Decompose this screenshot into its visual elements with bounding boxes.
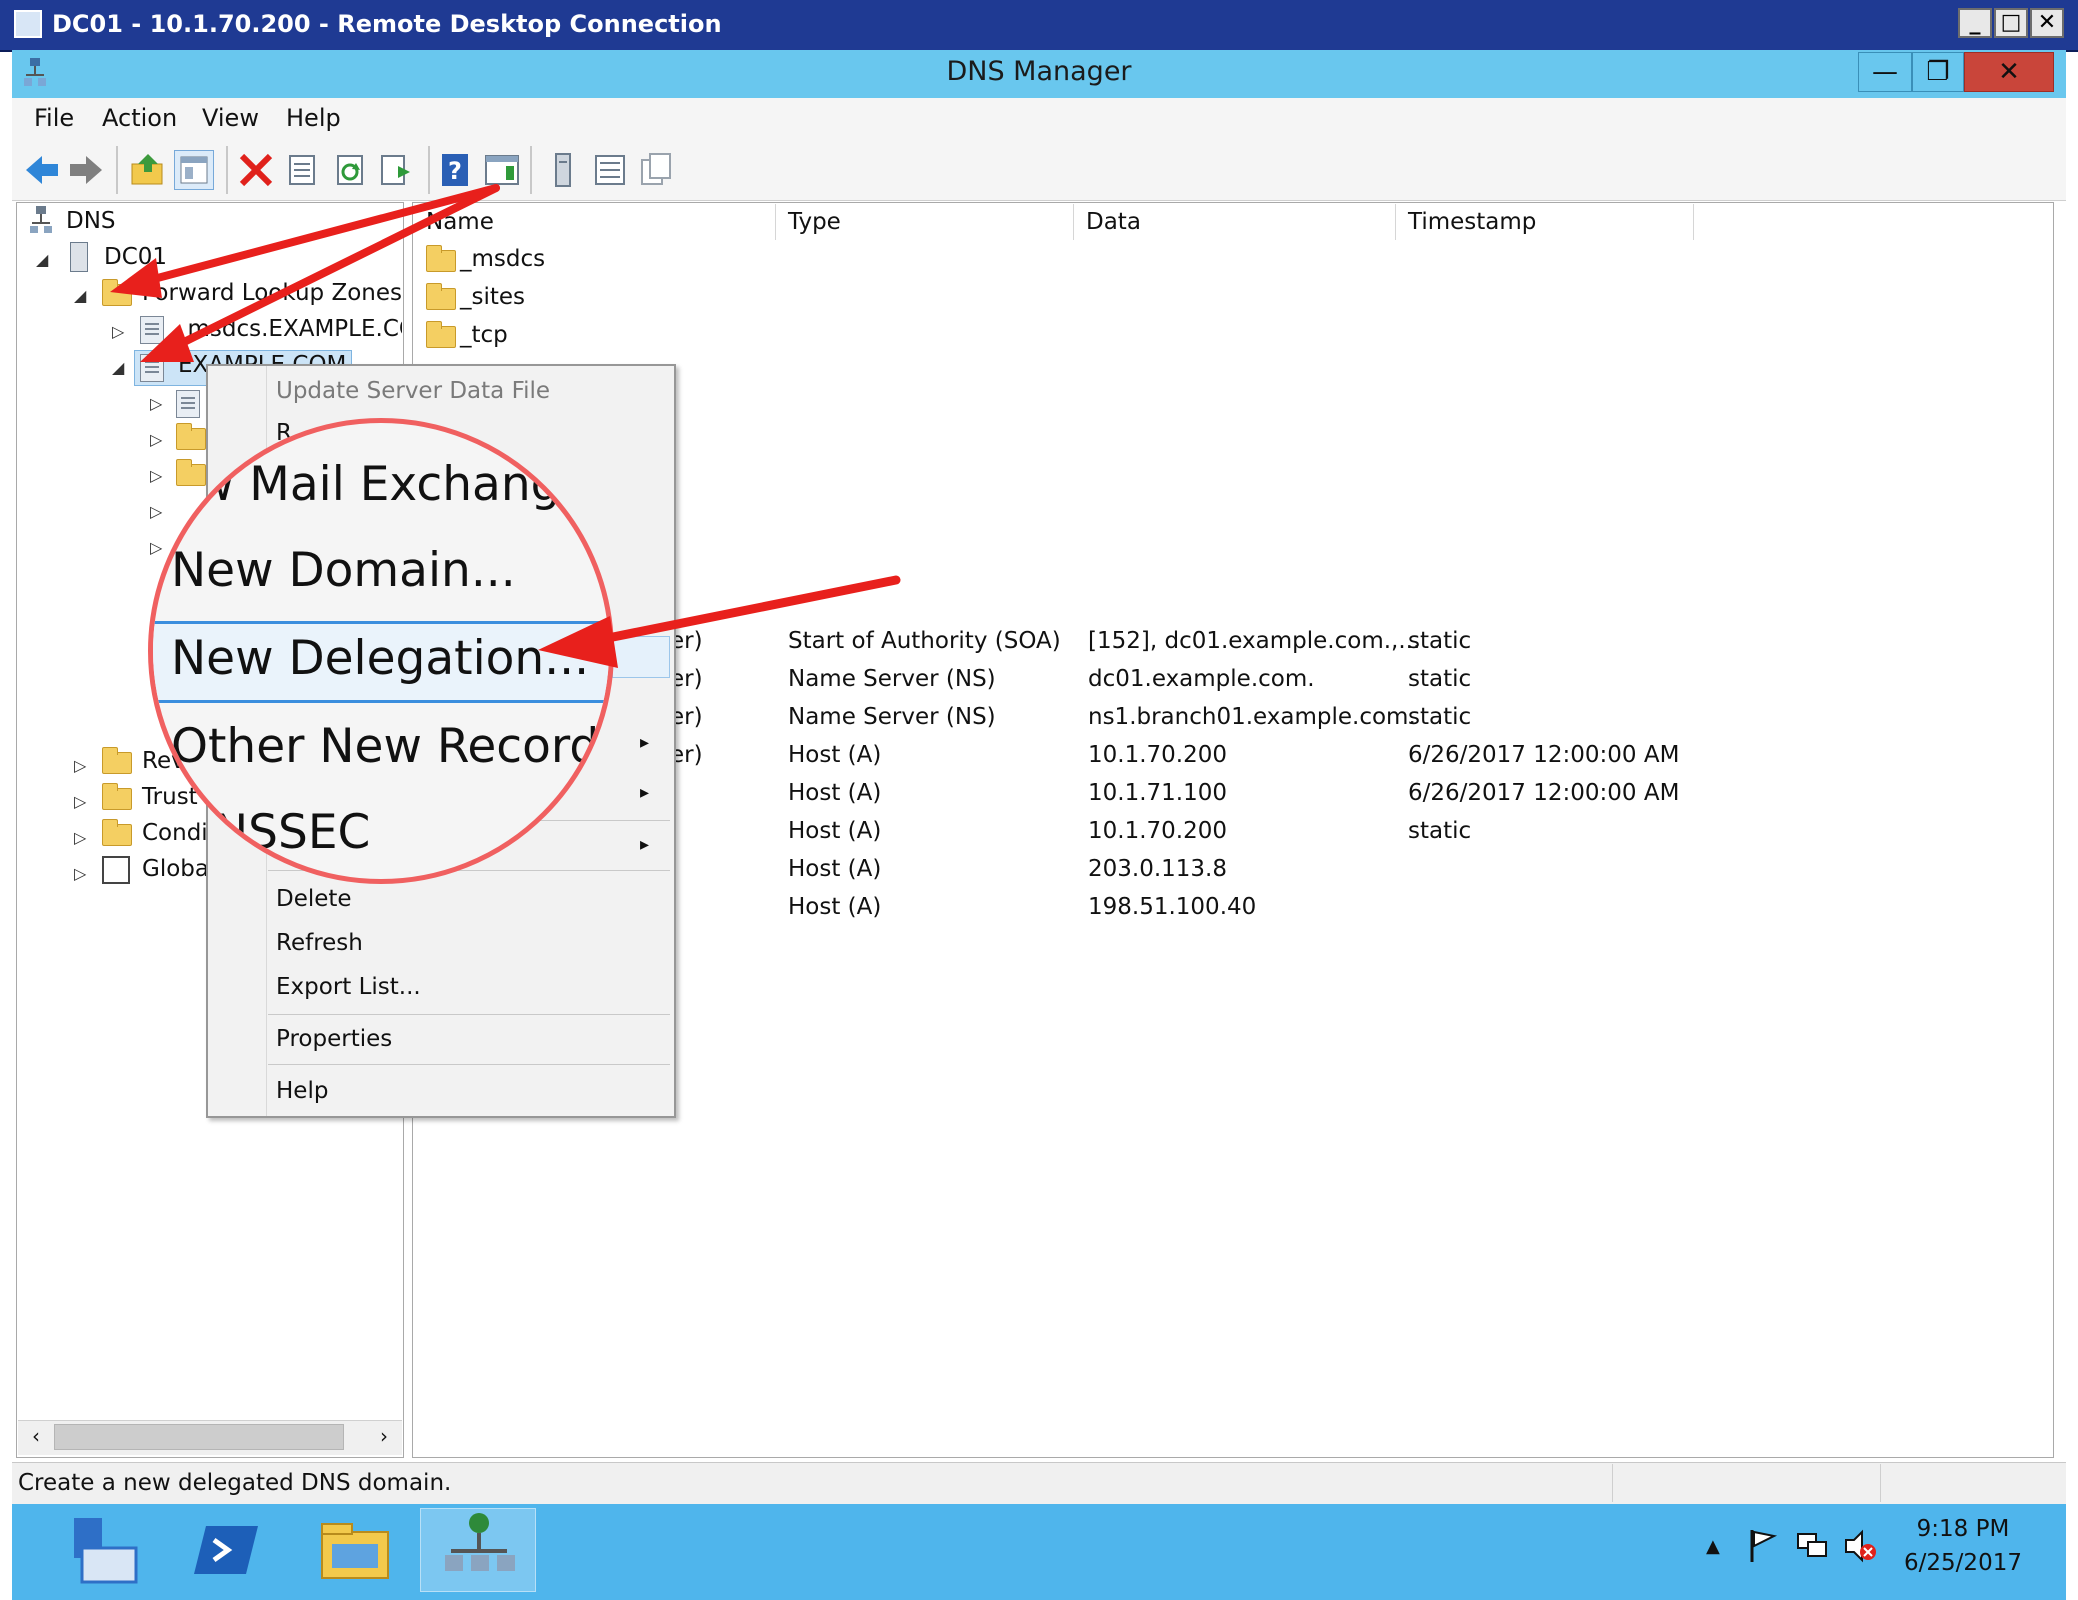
show-hidden-icons-icon[interactable]: ▲ [1706, 1536, 1720, 1557]
clock-date[interactable]: 6/25/2017 [1898, 1550, 2028, 1576]
network-icon[interactable] [1794, 1528, 1830, 1564]
volume-muted-icon[interactable] [1842, 1528, 1878, 1564]
file-explorer-taskbar-button[interactable] [298, 1508, 414, 1592]
clock-time[interactable]: 9:18 PM [1908, 1516, 2018, 1542]
dns-manager-taskbar-button[interactable] [420, 1508, 536, 1592]
action-center-flag-icon[interactable] [1746, 1526, 1780, 1566]
server-manager-taskbar-button[interactable] [46, 1508, 162, 1592]
status-text: Create a new delegated DNS domain. [18, 1470, 452, 1496]
annotation-arrows [110, 184, 901, 668]
powershell-taskbar-button[interactable] [166, 1508, 282, 1592]
